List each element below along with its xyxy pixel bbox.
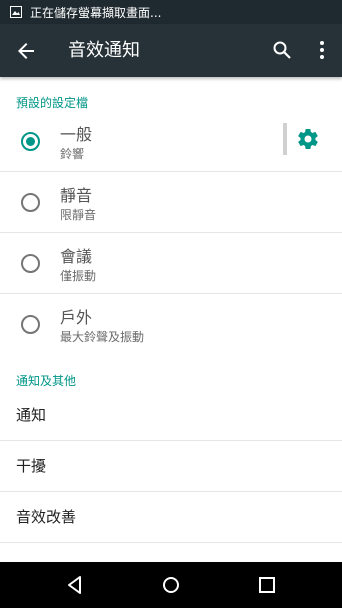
page-title: 音效通知 — [68, 40, 140, 61]
search-icon[interactable] — [270, 38, 294, 62]
profile-row-outdoor[interactable]: 戶外 最大鈴聲及振動 — [0, 294, 342, 355]
pref-label: 干擾 — [16, 457, 47, 475]
profile-row-general[interactable]: 一般 鈴響 — [0, 111, 342, 172]
status-bar: 正在儲存螢幕擷取畫面... — [0, 0, 342, 24]
radio-button[interactable] — [21, 132, 40, 151]
profile-title: 靜音 — [60, 186, 93, 205]
image-icon — [10, 6, 22, 18]
more-vert-icon[interactable] — [310, 38, 334, 62]
pref-label: 音效改善 — [16, 508, 77, 526]
radio-button[interactable] — [21, 254, 40, 273]
profiles-section-header: 預設的設定檔 — [16, 96, 89, 110]
profile-title: 戶外 — [60, 308, 93, 327]
profile-subtitle: 限靜音 — [60, 208, 97, 222]
profile-subtitle: 最大鈴聲及振動 — [60, 330, 145, 344]
profile-subtitle: 僅振動 — [60, 269, 97, 283]
profile-row-silent[interactable]: 靜音 限靜音 — [0, 172, 342, 233]
nav-recents-icon[interactable] — [256, 574, 278, 596]
other-section-header: 通知及其他 — [16, 374, 77, 388]
profile-title: 一般 — [60, 125, 93, 144]
pref-row-interruptions[interactable]: 干擾 — [0, 441, 342, 492]
pref-row-sound-enhancement[interactable]: 音效改善 — [0, 492, 342, 543]
nav-home-icon[interactable] — [160, 574, 182, 596]
arrow-back-icon[interactable] — [14, 39, 38, 63]
profile-title: 會議 — [60, 247, 93, 266]
profile-row-meeting[interactable]: 會議 僅振動 — [0, 233, 342, 294]
profile-subtitle: 鈴響 — [60, 147, 85, 161]
status-notification-text: 正在儲存螢幕擷取畫面... — [30, 5, 162, 20]
app-bar: 音效通知 — [0, 24, 342, 77]
navigation-bar — [0, 562, 342, 608]
pref-label: 通知 — [16, 406, 47, 424]
nav-back-icon[interactable] — [64, 574, 86, 596]
gear-icon[interactable] — [296, 127, 320, 151]
pref-row-notifications[interactable]: 通知 — [0, 390, 342, 441]
radio-button[interactable] — [21, 315, 40, 334]
radio-button[interactable] — [21, 193, 40, 212]
vertical-divider — [283, 123, 287, 155]
